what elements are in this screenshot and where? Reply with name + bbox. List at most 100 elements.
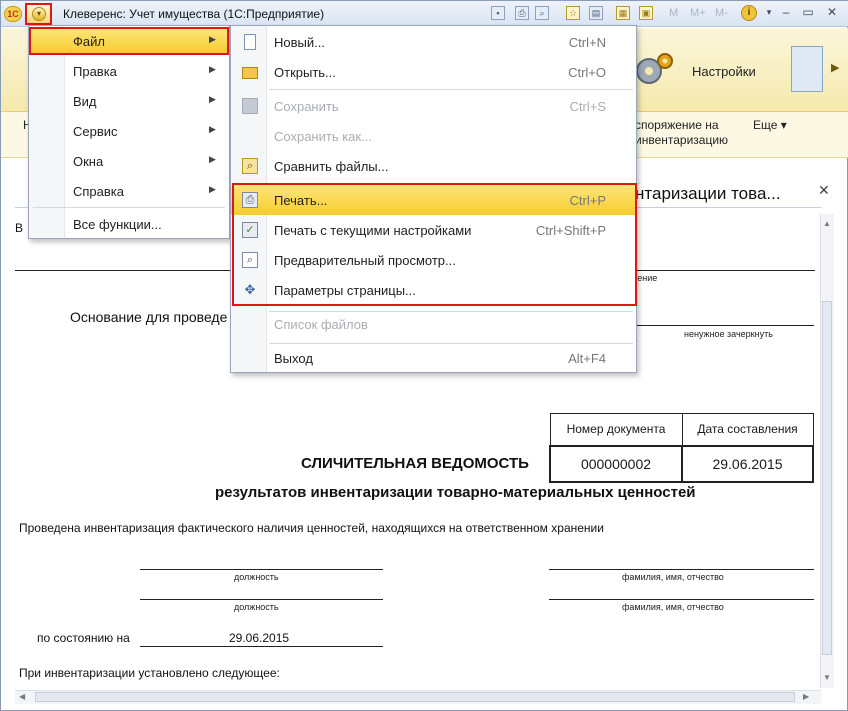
form-line [140, 599, 383, 600]
menu-item-label: Сервис [73, 124, 118, 139]
doc-date-header: Дата составления [681, 413, 814, 446]
close-document-icon[interactable]: ✕ [818, 182, 830, 199]
settings-gear-icon[interactable] [631, 49, 675, 91]
scroll-right-icon[interactable]: ▶ [803, 692, 809, 701]
horizontal-scroll-thumb[interactable] [35, 692, 795, 702]
as-of-label: по состоянию на [37, 631, 130, 645]
menu-item-label: Окна [73, 154, 104, 169]
compare-files-icon: ⌕ [242, 158, 258, 174]
menu-item-windows[interactable]: Окна ▶ [29, 147, 229, 175]
minimize-button[interactable]: – [777, 5, 795, 21]
submenu-arrow-icon: ▶ [209, 64, 216, 74]
doc-fragment-b: В [15, 221, 24, 235]
open-folder-icon [242, 67, 258, 79]
new-document-icon [244, 34, 256, 50]
menu-item-label: Файл [73, 34, 105, 49]
menu-separator [33, 207, 225, 208]
settings-section-label[interactable]: Настройки [692, 64, 756, 79]
chevron-down-icon: ▾ [32, 7, 46, 21]
menu-item-label: Сохранить [274, 99, 339, 114]
position-caption: должность [234, 572, 279, 582]
menu-item-all-functions[interactable]: Все функции... [29, 210, 229, 238]
position-caption: должность [234, 602, 279, 612]
document-subtitle: результатов инвентаризации товарно-матер… [215, 484, 696, 501]
save-icon[interactable]: ▪ [491, 6, 505, 20]
memory-mminus-button[interactable]: M- [715, 7, 728, 19]
menu-item-label: Выход [274, 351, 313, 366]
menu-item-label: Открыть... [274, 65, 336, 80]
fio-caption: фамилия, имя, отчество [622, 602, 724, 612]
strike-hint: ненужное зачеркнуть [684, 329, 773, 339]
app-window: 1С ▾ Клеверенс: Учет имущества (1С:Предп… [0, 0, 848, 711]
calendar-icon[interactable]: ▣ [639, 6, 653, 20]
form-line [140, 646, 383, 647]
1c-logo-icon: 1С [4, 6, 22, 22]
shortcut-label: Alt+F4 [568, 351, 606, 366]
nav-link-inventory-order[interactable]: споряжение на инвентаризацию [635, 118, 731, 148]
document-icon[interactable]: ▤ [589, 6, 603, 20]
printer-icon[interactable]: ⎙ [515, 6, 529, 20]
shortcut-label: Ctrl+O [568, 65, 606, 80]
window-title: Клеверенс: Учет имущества (1С:Предприяти… [63, 7, 325, 21]
established-text: При инвентаризации установлено следующее… [19, 666, 280, 680]
menu-item-service[interactable]: Сервис ▶ [29, 117, 229, 145]
menu-item-label: Вид [73, 94, 97, 109]
submenu-arrow-icon: ▶ [209, 94, 216, 104]
favorites-star-icon[interactable]: ☆ [566, 6, 580, 20]
info-dropdown-chevron-icon[interactable]: ▾ [760, 5, 778, 21]
intro-text: Проведена инвентаризация фактического на… [19, 521, 604, 535]
menu-item-label: Все функции... [73, 217, 162, 232]
doc-date-value: 29.06.2015 [681, 444, 814, 483]
main-menu-button[interactable]: ▾ [25, 3, 52, 25]
menu-item-label: Новый... [274, 35, 325, 50]
menu-item-open[interactable]: Открыть... Ctrl+O [231, 57, 636, 87]
menu-item-label: Список файлов [274, 317, 368, 332]
submenu-arrow-icon: ▶ [209, 154, 216, 164]
form-line [549, 569, 814, 570]
doc-number-value: 000000002 [549, 444, 683, 483]
scroll-up-icon[interactable]: ▲ [823, 219, 831, 228]
basis-label: Основание для проведе [70, 309, 228, 325]
nav-more-button[interactable]: Еще ▾ [753, 118, 787, 132]
reports-icon[interactable] [791, 46, 823, 92]
vertical-scroll-thumb[interactable] [822, 301, 832, 655]
memory-mplus-button[interactable]: M+ [690, 7, 706, 19]
maximize-button[interactable]: ▭ [799, 5, 817, 21]
document-title: СЛИЧИТЕЛЬНАЯ ВЕДОМОСТЬ [301, 455, 529, 472]
menu-item-file[interactable]: Файл ▶ [29, 27, 229, 55]
shortcut-label: Ctrl+N [568, 35, 606, 50]
ribbon-scroll-right-icon[interactable]: ▶ [831, 61, 839, 74]
scroll-left-icon[interactable]: ◀ [19, 692, 25, 701]
close-window-button[interactable]: ✕ [823, 5, 841, 21]
menu-item-edit[interactable]: Правка ▶ [29, 57, 229, 85]
as-of-date: 29.06.2015 [229, 631, 290, 645]
menu-item-help[interactable]: Справка ▶ [29, 177, 229, 205]
menu-item-label: Сравнить файлы... [274, 159, 389, 174]
main-menu-dropdown: Файл ▶ Правка ▶ Вид ▶ Сервис ▶ Окна ▶ Справка… [28, 25, 230, 239]
document-tab-title: нтаризации това... [635, 184, 781, 203]
menu-item-exit[interactable]: Выход Alt+F4 [231, 343, 636, 373]
doc-number-header: Номер документа [549, 413, 683, 446]
menu-item-save[interactable]: Сохранить Ctrl+S [231, 91, 636, 121]
submenu-arrow-icon: ▶ [209, 34, 216, 44]
print-group-highlight [232, 183, 637, 306]
document-number-table: Номер документа Дата составления 0000000… [549, 413, 814, 483]
info-icon[interactable]: i [741, 5, 757, 21]
form-line [632, 325, 814, 326]
print-preview-icon[interactable]: ⌕ [535, 6, 549, 20]
scroll-down-icon[interactable]: ▼ [823, 673, 831, 682]
submenu-arrow-icon: ▶ [209, 184, 216, 194]
file-submenu: Новый... Ctrl+N Открыть... Ctrl+O Сохран… [230, 25, 637, 373]
form-line [140, 569, 383, 570]
menu-item-label: Правка [73, 64, 117, 79]
menu-item-label: Справка [73, 184, 124, 199]
save-icon [242, 98, 258, 114]
menu-item-view[interactable]: Вид ▶ [29, 87, 229, 115]
menu-item-file-list[interactable]: Список файлов [231, 309, 636, 339]
calculator-icon[interactable]: ▦ [616, 6, 630, 20]
menu-separator [269, 89, 633, 90]
memory-m-button[interactable]: M [669, 7, 678, 19]
menu-item-save-as[interactable]: Сохранить как... [231, 121, 636, 151]
menu-item-new[interactable]: Новый... Ctrl+N [231, 27, 636, 57]
menu-item-compare-files[interactable]: ⌕ Сравнить файлы... [231, 151, 636, 181]
